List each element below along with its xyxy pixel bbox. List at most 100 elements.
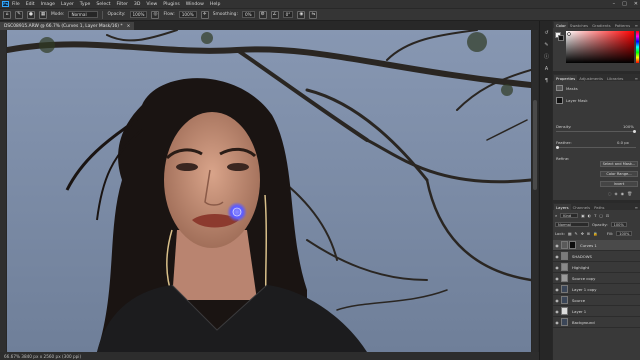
invert-button[interactable]: Invert	[600, 181, 638, 187]
lock-all-icon[interactable]: 🔒	[593, 231, 598, 236]
layer-row-background[interactable]: ◉ Background	[553, 317, 640, 328]
document-tab[interactable]: DSC08915.ARW @ 66.7% (Curves 1, Layer Ma…	[0, 22, 135, 30]
tab-color[interactable]: Color	[554, 22, 568, 28]
delete-icon[interactable]: 🗑	[627, 191, 632, 196]
feather-value[interactable]: 0.0 px	[617, 140, 629, 145]
tab-paths[interactable]: Paths	[592, 204, 606, 210]
smoothing-field[interactable]: 0%	[241, 11, 255, 18]
pressure-size-icon[interactable]: ◉	[297, 10, 306, 19]
background-swatch[interactable]	[558, 35, 564, 41]
eye-icon[interactable]: ◉	[553, 309, 561, 314]
layer-mask-thumbnail[interactable]	[556, 97, 563, 104]
airbrush-icon[interactable]: ✈	[200, 10, 209, 19]
eye-icon[interactable]: ◉	[553, 320, 561, 325]
menu-type[interactable]: Type	[80, 2, 91, 7]
fill-field[interactable]: 100%	[616, 231, 633, 236]
blend-mode-select[interactable]: Normal	[555, 222, 589, 227]
tab-swatches[interactable]: Swatches	[568, 22, 590, 28]
select-and-mask-button[interactable]: Select and Mask...	[600, 161, 638, 167]
eye-icon[interactable]: ◉	[553, 276, 561, 281]
home-icon[interactable]: ⌂	[3, 10, 11, 19]
character-icon[interactable]: A	[543, 65, 550, 72]
filter-type-icon[interactable]: T	[594, 213, 596, 218]
menu-edit[interactable]: Edit	[26, 2, 35, 7]
mode-select[interactable]: Normal	[68, 11, 99, 18]
tab-patterns[interactable]: Patterns	[613, 22, 633, 28]
layer-row-curves-1[interactable]: ◉ Curves 1	[553, 240, 640, 251]
layer-row-highlight[interactable]: ◉ Highlight	[553, 262, 640, 273]
menu-file[interactable]: File	[12, 2, 20, 7]
filter-shape-icon[interactable]: ▢	[599, 213, 603, 218]
menu-filter[interactable]: Filter	[117, 2, 128, 7]
angle-icon[interactable]: ∠	[270, 10, 279, 19]
brush-panel-icon[interactable]: ✎	[543, 41, 550, 48]
color-picker-field[interactable]	[566, 31, 634, 63]
mask-thumbnail[interactable]	[569, 241, 576, 249]
tab-adjustments[interactable]: Adjustments	[577, 75, 605, 81]
flow-field[interactable]: 100%	[178, 11, 197, 18]
layer-row-shadows[interactable]: ◉ SHADOWS	[553, 251, 640, 262]
minimize-button[interactable]: –	[613, 1, 616, 7]
menu-select[interactable]: Select	[96, 2, 110, 7]
close-tab-icon[interactable]: ×	[127, 24, 131, 29]
density-value[interactable]: 100%	[623, 124, 634, 129]
feather-slider[interactable]	[556, 145, 636, 149]
tab-layers[interactable]: Layers	[554, 204, 571, 210]
gear-icon[interactable]: ⚙	[258, 10, 267, 19]
eye-icon[interactable]: ◉	[553, 254, 561, 259]
density-slider-knob[interactable]	[633, 129, 636, 133]
lock-pixels-icon[interactable]: ▦	[568, 231, 572, 236]
eye-icon[interactable]: ◉	[553, 265, 561, 270]
lock-move-icon[interactable]: ✥	[581, 231, 584, 236]
layer-row-source-copy[interactable]: ◉ Source copy	[553, 273, 640, 284]
paragraph-icon[interactable]: ¶	[543, 77, 550, 84]
color-range-button[interactable]: Color Range...	[600, 171, 638, 177]
maximize-button[interactable]: □	[622, 1, 627, 7]
eye-icon[interactable]: ◉	[553, 287, 561, 292]
menu-view[interactable]: View	[146, 2, 157, 7]
filter-pixel-icon[interactable]: ▣	[581, 213, 585, 218]
layer-row-source[interactable]: ◉ Source	[553, 295, 640, 306]
filter-smart-icon[interactable]: ⊡	[606, 213, 609, 218]
feather-slider-knob[interactable]	[556, 145, 559, 149]
symmetry-icon[interactable]: ⇋	[309, 10, 318, 19]
brush-tool-icon[interactable]: ✎	[15, 10, 23, 19]
hue-slider[interactable]	[636, 31, 639, 63]
eye-icon[interactable]: ◉	[553, 243, 561, 248]
angle-field[interactable]: 0°	[282, 11, 294, 18]
close-window-button[interactable]: ✕	[634, 1, 638, 7]
canvas-scrollbar[interactable]	[532, 30, 538, 352]
layer-row-layer-1-copy[interactable]: ◉ Layer 1 copy	[553, 284, 640, 295]
menu-layer[interactable]: Layer	[61, 2, 74, 7]
panel-menu-icon[interactable]: ≡	[635, 23, 640, 28]
tab-properties[interactable]: Properties	[554, 75, 578, 81]
menu-image[interactable]: Image	[41, 2, 55, 7]
history-icon[interactable]: ↺	[543, 29, 550, 36]
tab-libraries[interactable]: Libraries	[605, 75, 625, 81]
density-slider[interactable]	[556, 129, 636, 133]
lock-artboard-icon[interactable]: ⊞	[587, 231, 590, 236]
menu-window[interactable]: Window	[186, 2, 204, 7]
brush-settings-icon[interactable]: ▦	[39, 10, 47, 19]
opacity-field[interactable]: 100%	[129, 11, 148, 18]
kind-select[interactable]: Kind	[560, 213, 579, 218]
layer-opacity-field[interactable]: 100%	[610, 222, 627, 227]
filter-adjust-icon[interactable]: ◐	[588, 213, 591, 218]
menu-3d[interactable]: 3D	[134, 2, 140, 7]
eye-icon[interactable]: ◉	[553, 298, 561, 303]
brush-preset-icon[interactable]: ●	[27, 10, 35, 19]
load-selection-icon[interactable]: ◌	[608, 191, 612, 196]
visibility-icon[interactable]: ◉	[621, 191, 625, 196]
lock-paint-icon[interactable]: ✎	[575, 231, 578, 236]
pressure-opacity-icon[interactable]: ◎	[151, 10, 160, 19]
menu-help[interactable]: Help	[210, 2, 220, 7]
apply-mask-icon[interactable]: ◈	[615, 191, 618, 196]
menu-plugins[interactable]: Plugins	[163, 2, 179, 7]
panel-menu-icon[interactable]: ≡	[635, 205, 640, 210]
tab-channels[interactable]: Channels	[571, 204, 593, 210]
scrollbar-thumb[interactable]	[533, 100, 537, 190]
panel-menu-icon[interactable]: ≡	[635, 76, 640, 81]
tab-gradients[interactable]: Gradients	[590, 22, 613, 28]
info-icon[interactable]: ⓘ	[543, 53, 550, 60]
layer-row-layer-1[interactable]: ◉ Layer 1	[553, 306, 640, 317]
